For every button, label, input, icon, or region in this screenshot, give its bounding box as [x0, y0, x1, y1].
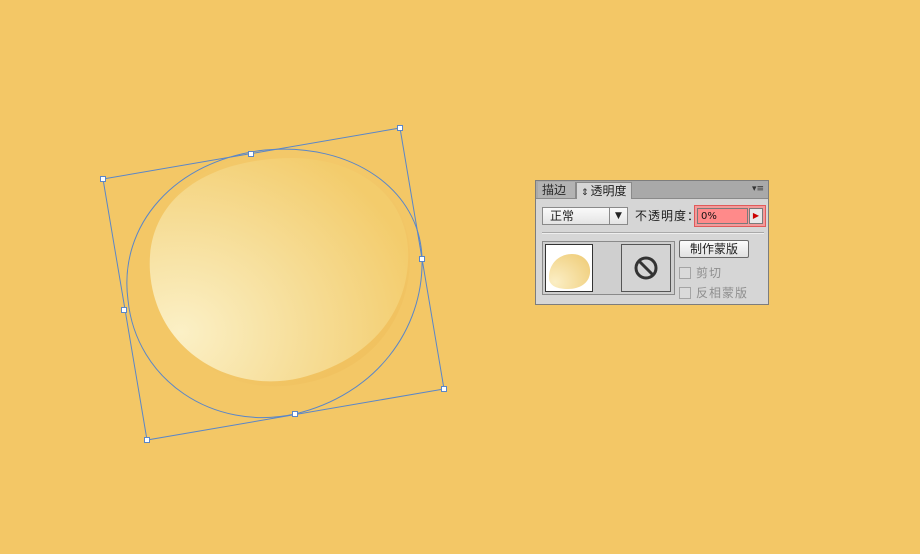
handle-top-right[interactable] [397, 125, 403, 131]
stepper-arrow-icon[interactable]: ▶ [749, 208, 763, 224]
handle-bottom-middle[interactable] [292, 411, 298, 417]
clip-option: 剪切 [679, 265, 722, 281]
tab-collapse-arrows-icon[interactable]: ⇕ [581, 188, 589, 198]
panel-tab-bar: 描边 ⇕ 透明度 ▾≡ [536, 181, 768, 199]
opacity-input[interactable] [697, 208, 748, 224]
handle-top-middle[interactable] [248, 151, 254, 157]
invert-mask-checkbox[interactable] [679, 286, 691, 299]
handle-right-middle[interactable] [419, 256, 425, 262]
blend-mode-select[interactable]: 正常 ▼ [542, 207, 628, 225]
mask-thumbnail[interactable] [621, 244, 671, 292]
clip-label: 剪切 [696, 266, 723, 280]
no-mask-icon [634, 256, 658, 280]
handle-bottom-left[interactable] [144, 437, 150, 443]
droplet-thumbnail-icon [548, 254, 591, 289]
object-thumbnail[interactable] [545, 244, 593, 292]
panel-menu-icon[interactable]: ▾≡ [751, 183, 765, 195]
tab-transparency[interactable]: ⇕ 透明度 [576, 182, 632, 199]
handle-top-left[interactable] [100, 176, 106, 182]
tab-transparency-label: 透明度 [590, 184, 627, 198]
dropdown-arrow-icon[interactable]: ▼ [609, 208, 627, 224]
divider [542, 232, 764, 234]
handle-left-middle[interactable] [121, 307, 127, 313]
make-mask-button[interactable]: 制作蒙版 [679, 240, 749, 258]
clip-checkbox[interactable] [679, 266, 691, 279]
transparency-panel: 描边 ⇕透明度 ▾≡ 正常 ▼ 不透明度： ▶ [535, 180, 769, 305]
artboard[interactable] [0, 0, 920, 554]
tab-stroke-label: 描边 [542, 183, 567, 197]
tab-stroke[interactable]: 描边 [538, 182, 576, 198]
opacity-highlight: ▶ [694, 205, 766, 227]
blend-mode-value: 正常 [550, 209, 575, 223]
invert-mask-label: 反相蒙版 [696, 286, 749, 300]
handle-bottom-right[interactable] [441, 386, 447, 392]
opacity-label: 不透明度： [635, 209, 701, 223]
thumbnail-area [542, 241, 675, 295]
invert-mask-option: 反相蒙版 [679, 285, 748, 301]
